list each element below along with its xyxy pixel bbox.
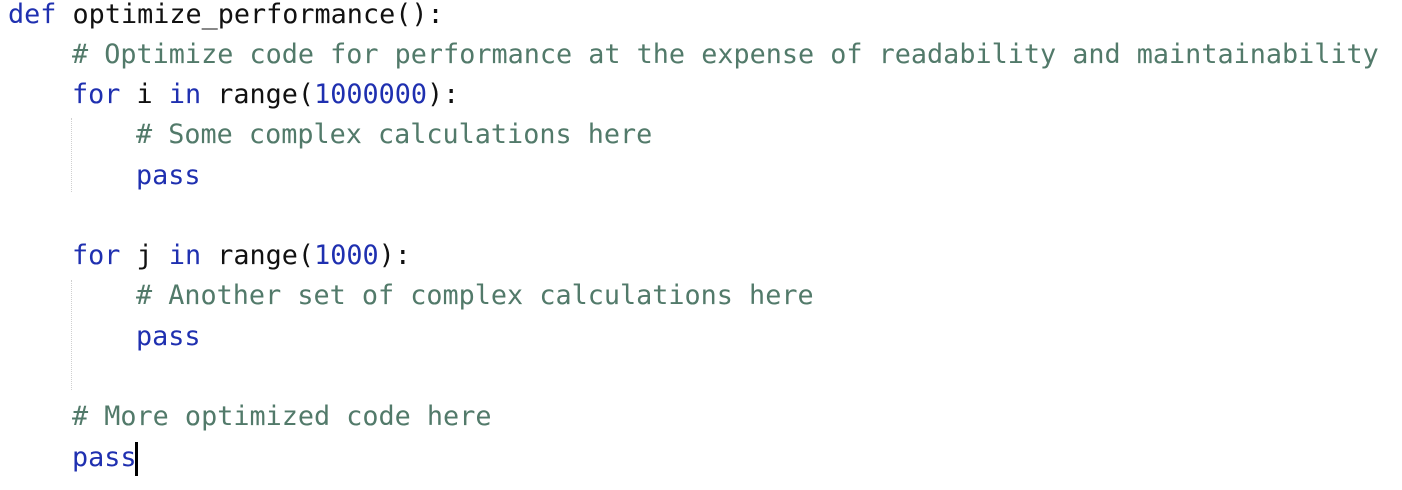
comment-another-calculations: # Another set of complex calculations he…: [136, 280, 814, 311]
code-line-for-j[interactable]: for j in range(1000):: [72, 236, 411, 276]
code-line-for-i[interactable]: for i in range(1000000):: [72, 75, 459, 115]
code-line-pass-final[interactable]: pass: [72, 438, 137, 478]
keyword-def: def: [8, 0, 57, 30]
code-line-def[interactable]: def optimize_performance():: [8, 0, 444, 35]
text-caret: [135, 442, 138, 476]
comment-optimize: # Optimize code for performance at the e…: [72, 39, 1379, 70]
range-call: range(: [217, 79, 315, 110]
keyword-pass: pass: [72, 442, 137, 473]
keyword-for: for: [72, 240, 121, 271]
keyword-for: for: [72, 79, 121, 110]
code-line-comment-some[interactable]: # Some complex calculations here: [136, 115, 652, 155]
code-line-comment-another[interactable]: # Another set of complex calculations he…: [136, 276, 814, 316]
range-call: range(: [217, 240, 315, 271]
code-line-comment-more[interactable]: # More optimized code here: [72, 397, 491, 437]
loop-variable-i: i: [136, 79, 153, 110]
code-line-pass[interactable]: pass: [136, 317, 201, 357]
indent-guide: [71, 118, 72, 192]
number-literal: 1000: [314, 240, 379, 271]
comment-some-calculations: # Some complex calculations here: [136, 119, 653, 150]
indent-guide: [71, 280, 72, 390]
keyword-in: in: [168, 79, 202, 110]
code-line-comment-optimize[interactable]: # Optimize code for performance at the e…: [72, 35, 1379, 75]
function-name: optimize_performance():: [72, 0, 444, 30]
code-editor[interactable]: def optimize_performance(): # Optimize c…: [0, 0, 1402, 490]
comment-more-optimized: # More optimized code here: [72, 401, 492, 432]
range-close: ):: [378, 240, 411, 271]
loop-variable-j: j: [136, 240, 153, 271]
number-literal: 1000000: [314, 79, 427, 110]
keyword-in: in: [168, 240, 202, 271]
code-line-pass[interactable]: pass: [136, 156, 201, 196]
keyword-pass: pass: [136, 321, 201, 352]
range-close: ):: [427, 79, 460, 110]
keyword-pass: pass: [136, 160, 201, 191]
